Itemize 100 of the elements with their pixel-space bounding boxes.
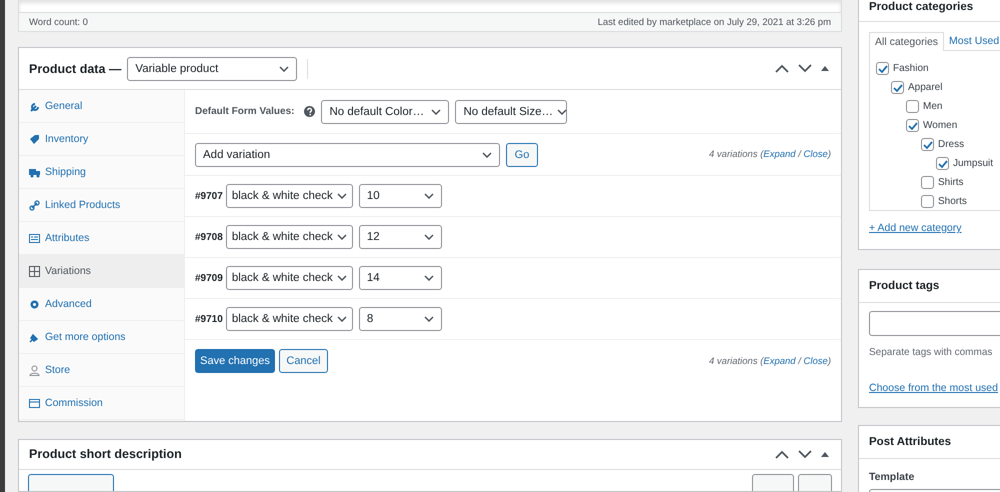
summary-link[interactable]: Expand: [763, 356, 796, 367]
chevron-icon: [279, 66, 290, 72]
check-icon: [878, 64, 888, 72]
move-down-icon: [798, 64, 812, 74]
word-count: Word count: 0: [29, 16, 88, 28]
sidebar-tab[interactable]: Inventory: [19, 123, 184, 156]
variation-id: #9709: [195, 272, 223, 284]
default-value-dropdown[interactable]: No default Size…: [455, 100, 568, 124]
toolbar-button[interactable]: [752, 474, 794, 491]
summary-link[interactable]: Expand: [763, 149, 796, 160]
variation-id: #9707: [195, 190, 223, 202]
help-icon: [304, 106, 316, 118]
tag-icon: [29, 134, 40, 145]
sidebar-tab[interactable]: General: [19, 90, 184, 124]
chevron-icon: [336, 275, 347, 282]
size-dropdown[interactable]: 10: [358, 184, 442, 208]
cancel-button[interactable]: Cancel: [279, 349, 328, 374]
check-icon: [922, 140, 932, 148]
category-label: Shirts: [938, 177, 964, 188]
category-tab[interactable]: All categories: [869, 32, 944, 51]
sidebar-tab[interactable]: Variations: [19, 255, 184, 288]
category-label: Shorts: [938, 196, 967, 207]
panel-title: Post Attributes: [859, 426, 1000, 459]
product-type-dropdown[interactable]: Variable product: [127, 56, 298, 81]
sidebar-tab[interactable]: Store: [19, 354, 184, 388]
field-label: Template: [869, 470, 916, 483]
checkbox[interactable]: [921, 195, 934, 208]
attribute-dropdown[interactable]: black & white check: [226, 266, 353, 290]
wrench-icon: [29, 100, 40, 112]
checkbox[interactable]: [876, 62, 889, 75]
default-value-dropdown[interactable]: No default Color…: [321, 100, 450, 124]
chevron-icon: [424, 234, 434, 240]
add-category-link[interactable]: + Add new category: [869, 222, 962, 234]
hint-text: Separate tags with commas: [869, 347, 994, 358]
truck-icon: [29, 166, 40, 178]
category-label: Dress: [938, 139, 964, 150]
size-dropdown[interactable]: 8: [358, 307, 442, 332]
attribute-dropdown[interactable]: black & white check: [226, 184, 353, 208]
sidebar-tab[interactable]: Advanced: [19, 288, 184, 322]
panel-title: Product short description: [29, 447, 182, 462]
category-tab[interactable]: Most Used: [944, 32, 1000, 50]
chevron-icon: [424, 275, 434, 282]
chevron-icon: [431, 108, 442, 115]
checkbox[interactable]: [921, 138, 934, 151]
summary-link[interactable]: Close: [804, 149, 828, 160]
category-label: Women: [923, 120, 958, 131]
check-icon: [892, 84, 902, 92]
grid-icon: [29, 266, 40, 277]
chevron-icon: [336, 193, 347, 200]
tag-input[interactable]: [869, 311, 1000, 336]
variation-id: #9708: [195, 232, 223, 243]
field-label: Default Form Values:: [195, 106, 294, 118]
category-label: Fashion: [893, 63, 929, 74]
chevron-icon: [424, 316, 434, 322]
chevron-icon: [424, 193, 434, 200]
attribute-dropdown[interactable]: black & white check: [226, 307, 353, 332]
move-up-icon: [775, 64, 789, 74]
category-label: Apparel: [908, 82, 942, 93]
panel-title: Product tags: [859, 270, 1000, 303]
check-icon: [908, 122, 918, 130]
chevron-icon: [482, 152, 492, 158]
collapse-icon: [821, 452, 829, 457]
summary-link[interactable]: Close: [804, 356, 828, 367]
checkbox[interactable]: [906, 119, 919, 132]
save-button[interactable]: Save changes: [195, 349, 275, 374]
card-icon: [29, 398, 40, 409]
size-dropdown[interactable]: 14: [358, 266, 442, 290]
sidebar-tab[interactable]: Commission: [19, 387, 184, 420]
most-used-link[interactable]: Choose from the most used: [869, 382, 998, 394]
variations-summary: 4 variations (Expand / Close): [708, 149, 831, 160]
chevron-icon: [336, 316, 347, 322]
last-edited-text: Last edited by marketplace on July 29, 2021 at 3:26 pm: [598, 16, 831, 28]
variation-id: #9710: [195, 314, 223, 325]
chevron-icon: [556, 108, 567, 115]
plug-icon: [29, 332, 40, 343]
panel-title: Product categories: [859, 0, 1000, 22]
category-label: Jumpsuit: [953, 158, 994, 169]
check-icon: [938, 160, 948, 168]
list-icon: [29, 232, 40, 244]
checkbox[interactable]: [891, 81, 904, 94]
toolbar-button[interactable]: [28, 474, 114, 491]
person-icon: [29, 364, 40, 376]
checkbox[interactable]: [906, 100, 919, 113]
category-label: Men: [923, 101, 942, 112]
add-variation-dropdown[interactable]: Add variation: [195, 142, 500, 167]
checkbox[interactable]: [921, 176, 934, 189]
sidebar-tab[interactable]: Linked Products: [19, 189, 184, 222]
variations-summary: 4 variations (Expand / Close): [708, 356, 831, 367]
gear-icon: [29, 298, 40, 310]
panel-title: Product data —: [29, 62, 122, 76]
chevron-icon: [336, 234, 347, 240]
sidebar-tab[interactable]: Get more options: [19, 321, 184, 354]
collapse-icon: [821, 66, 829, 72]
checkbox[interactable]: [936, 157, 949, 170]
size-dropdown[interactable]: 12: [358, 225, 442, 250]
attribute-dropdown[interactable]: black & white check: [226, 225, 353, 250]
toolbar-button[interactable]: [798, 474, 832, 491]
link-icon: [29, 200, 40, 211]
sidebar-tab[interactable]: Shipping: [19, 156, 184, 190]
go-button[interactable]: Go: [506, 142, 538, 167]
